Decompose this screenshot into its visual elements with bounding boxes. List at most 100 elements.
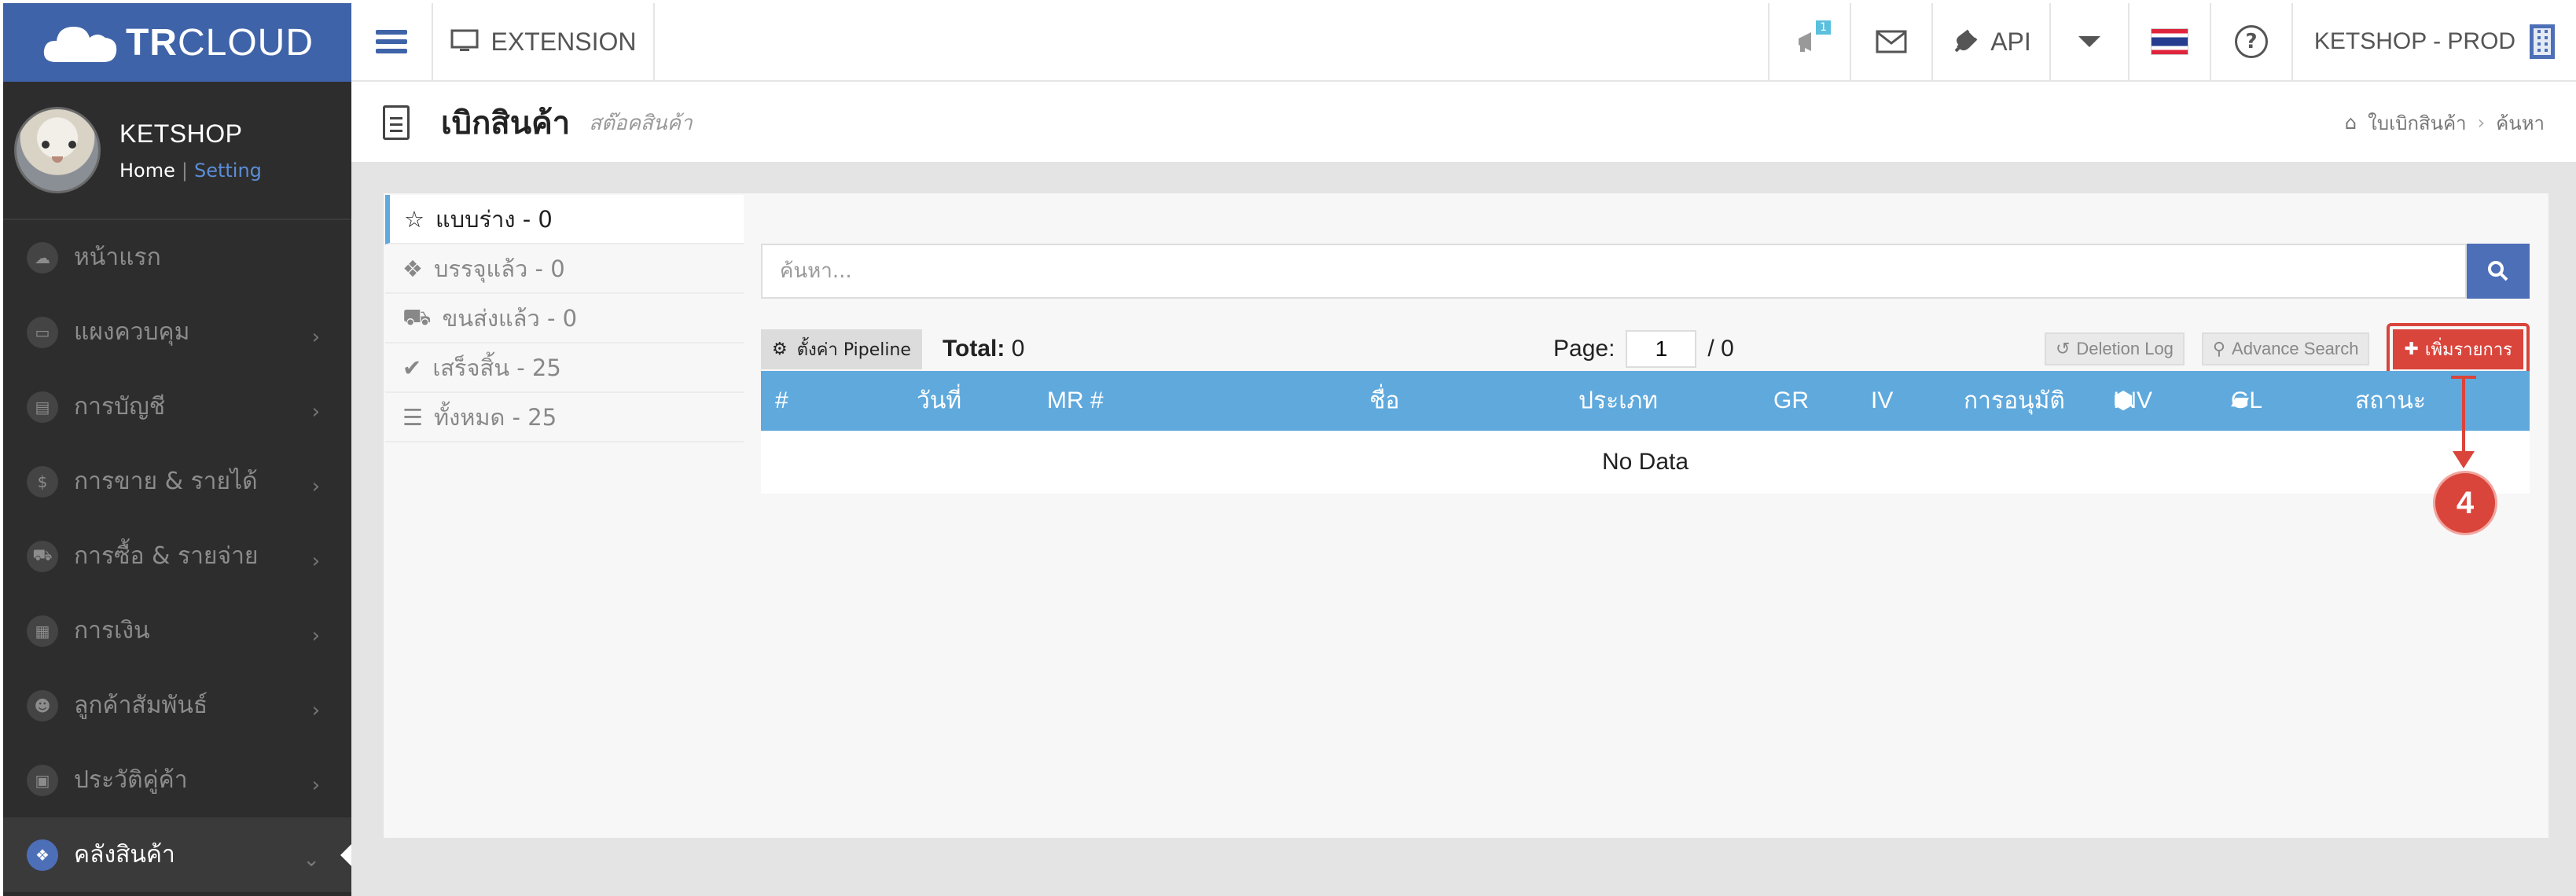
brand-logo[interactable]: TRCLOUD [3,3,351,82]
breadcrumb-separator: › [2477,112,2486,134]
envelope-icon [1876,30,1907,53]
hamburger-icon [376,25,407,58]
thai-flag-icon [2151,28,2188,55]
menu-toggle-button[interactable] [351,3,433,80]
sidebar-item-crm[interactable]: ☻ ลูกค้าสัมพันธ์ › [3,668,351,743]
toolbar-actions: ↺ Deletion Log ⚲ Advance Search ✚ เพิ่มร… [2044,322,2530,376]
sidebar-item-dashboard[interactable]: ▭ แผงควบคุม › [3,295,351,369]
column-header[interactable]: IV [1871,387,1893,414]
deletion-log-button[interactable]: ↺ Deletion Log [2044,332,2185,365]
question-icon: ? [2235,25,2268,58]
search-bar [761,244,2530,299]
extension-label: EXTENSION [491,27,637,56]
page-label: Page: [1553,336,1615,362]
check-circle-icon: ✔ [402,354,422,381]
list-toolbar: ⚙ ตั้งค่า Pipeline Total: 0 Page: / 0 ↺ … [761,322,2530,376]
pipeline-settings-button[interactable]: ⚙ ตั้งค่า Pipeline [761,329,922,369]
advance-search-button[interactable]: ⚲ Advance Search [2201,332,2370,365]
chevron-right-icon: › [311,549,320,573]
document-icon [383,105,410,140]
chevron-right-icon: › [311,474,320,498]
sidebar-item-label: คลังสินค้า [74,841,175,868]
column-header[interactable]: MR # [1047,387,1104,414]
tab-label: แบบร่าง - 0 [435,205,553,233]
home-icon[interactable]: ⌂ [2345,112,2357,134]
add-button-highlight: ✚ เพิ่มรายการ [2387,322,2530,376]
sidebar-item-finance[interactable]: ▦ การเงิน › [3,593,351,668]
caret-down-icon [2078,36,2100,47]
cloud-icon: ☁ [27,241,58,274]
profile-name: KETSHOP [119,119,243,148]
breadcrumb: ⌂ ใบเบิกสินค้า › ค้นหา [2345,108,2545,138]
chevron-down-icon: ⌄ [303,847,320,872]
column-header[interactable]: ชื่อ [1369,383,1399,420]
search-input[interactable] [761,244,2467,299]
add-item-label: เพิ่มรายการ [2424,340,2512,360]
sidebar-item-label: ลูกค้าสัมพันธ์ [74,692,208,719]
page-title: เบิกสินค้า [441,106,571,141]
brand-name: TRCLOUD [125,21,314,64]
star-icon: ☆ [404,205,424,233]
tab-packed[interactable]: ❖ บรรจุแล้ว - 0 [385,244,744,294]
chevron-right-icon: › [311,698,320,722]
tab-all[interactable]: ☰ ทั้งหมด - 25 [385,393,744,442]
page-number-input[interactable] [1626,330,1697,368]
annotation-step-badge: 4 [2435,473,2495,533]
users-icon: ☻ [27,689,58,722]
column-header[interactable]: สถานะ [2355,383,2426,420]
sidebar-item-accounting[interactable]: ▤ การบัญชี › [3,369,351,444]
sidebar: KETSHOP Home | Setting ☁ หน้าแรก ▭ แผงควบค… [3,82,351,896]
truck-icon: ⛟ [402,303,432,330]
column-header[interactable]: ประเภท [1578,383,1658,420]
help-button[interactable]: ? [2211,3,2293,80]
tab-label: บรรจุแล้ว - 0 [434,255,565,282]
chevron-right-icon: › [311,399,320,424]
sidebar-item-home[interactable]: ☁ หน้าแรก [3,220,351,295]
sidebar-item-label: การบัญชี [74,393,166,420]
sidebar-item-label: ประวัติคู่ค้า [74,766,188,794]
language-button[interactable] [2130,3,2211,80]
api-button[interactable]: API [1933,3,2051,80]
empty-message: No Data [1601,449,1689,475]
column-header[interactable]: # [775,387,788,414]
monitor-icon [450,29,479,51]
chevron-right-icon: › [311,325,320,349]
sidebar-item-partners[interactable]: ▣ ประวัติคู่ค้า › [3,743,351,817]
extension-button[interactable]: EXTENSION [433,3,655,80]
tab-completed[interactable]: ✔ เสร็จสิ้น - 25 [385,343,744,393]
api-dropdown-button[interactable] [2051,3,2130,80]
breadcrumb-current: ค้นหา [2496,112,2545,134]
building-icon [2530,24,2556,59]
announcement-button[interactable]: 1 [1769,3,1851,80]
add-item-button[interactable]: ✚ เพิ่มรายการ [2393,329,2523,369]
cubes-icon: ❖ [27,839,58,871]
pagination: Page: / 0 [1553,330,1734,368]
mail-button[interactable] [1851,3,1933,80]
sidebar-item-inventory[interactable]: ❖ คลังสินค้า ⌄ [3,817,351,892]
setting-link[interactable]: Setting [194,160,262,182]
sidebar-item-sales[interactable]: $ การขาย & รายได้ › [3,444,351,519]
cloud-logo-icon [43,27,117,62]
pipeline-label: ตั้งค่า Pipeline [796,340,911,360]
contact-icon: ▣ [27,764,58,796]
dollar-icon: $ [27,465,58,498]
column-header[interactable]: GR [1773,387,1809,414]
column-header[interactable]: การอนุมัติ [1964,383,2065,420]
avatar[interactable] [14,107,101,193]
company-selector[interactable]: KETSHOP - PROD [2293,3,2576,80]
chevron-right-icon: › [311,773,320,797]
chevron-right-icon: › [311,623,320,648]
sidebar-item-label: หน้าแรก [74,244,161,271]
column-header[interactable]: วันที่ [917,383,961,420]
tab-label: ทั้งหมด - 25 [434,403,557,431]
tab-draft[interactable]: ☆ แบบร่าง - 0 [385,195,744,244]
sidebar-item-purchases[interactable]: ⛟ การซื้อ & รายจ่าย › [3,519,351,593]
cart-icon: ⛟ [27,540,58,572]
notification-badge: 1 [1816,20,1831,35]
breadcrumb-item[interactable]: ใบเบิกสินค้า [2368,108,2467,138]
tab-shipped[interactable]: ⛟ ขนส่งแล้ว - 0 [385,294,744,343]
status-tabs: ☆ แบบร่าง - 0 ❖ บรรจุแล้ว - 0 ⛟ ขนส่งแล้… [385,195,744,442]
home-link[interactable]: Home [119,160,175,182]
search-button[interactable] [2467,244,2530,299]
deletion-log-label: Deletion Log [2076,339,2174,358]
